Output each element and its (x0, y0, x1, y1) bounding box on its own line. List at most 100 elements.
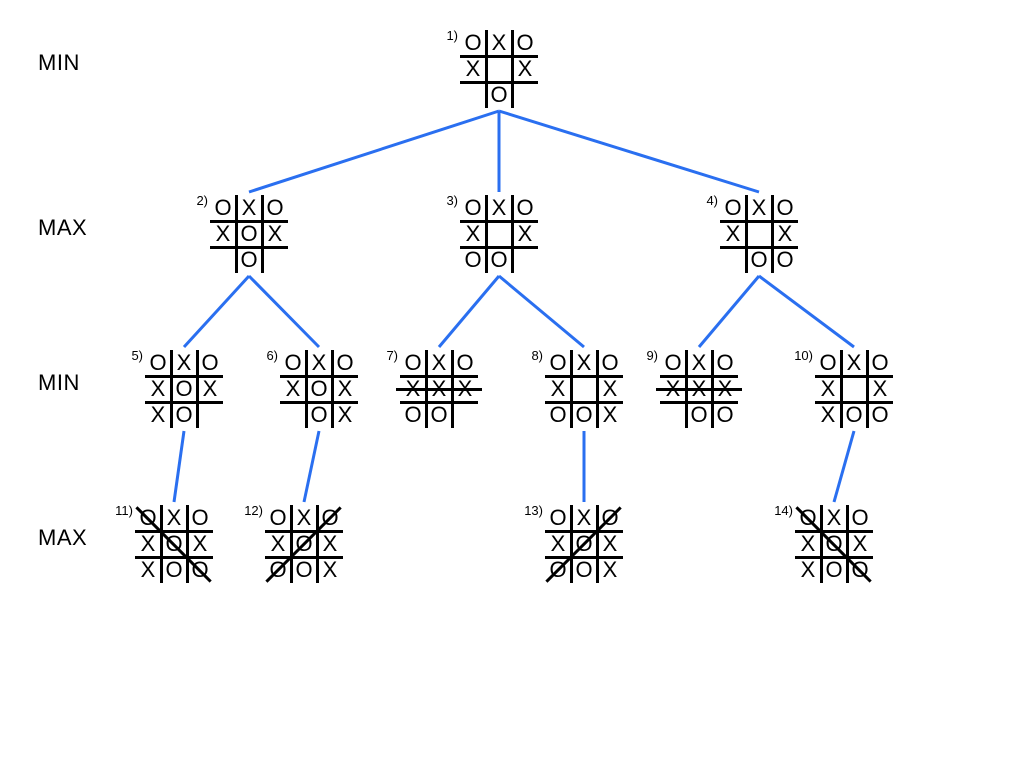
level-label: MIN (38, 50, 80, 76)
tic-tac-toe-board: OXOXXO (460, 30, 538, 108)
board-cell: O (306, 402, 332, 428)
node-index-label: 10) (789, 348, 813, 363)
tic-tac-toe-board: OXOXXOO (720, 195, 798, 273)
board-cell: O (280, 350, 306, 376)
board-cell: O (597, 505, 623, 531)
tic-tac-toe-board: OXOXXOOX (545, 350, 623, 428)
board-cell: O (262, 195, 288, 221)
board-cell: O (545, 557, 571, 583)
board-cell: X (452, 376, 478, 402)
board-cell: X (280, 376, 306, 402)
tic-tac-toe-board: OXOXXXOO (400, 350, 478, 428)
tic-tac-toe-board: OXOXXXOO (815, 350, 893, 428)
board-cell: X (795, 531, 821, 557)
node-index-label: 14) (769, 503, 793, 518)
board-cell: X (545, 531, 571, 557)
board-cell: O (452, 350, 478, 376)
board-cell: O (187, 557, 213, 583)
tree-node: 6)OXOXOXOX (280, 350, 358, 428)
tree-node: 12)OXOXOXOOX (265, 505, 343, 583)
board-cell: O (291, 531, 317, 557)
tic-tac-toe-board: OXOXOXXOO (795, 505, 873, 583)
tic-tac-toe-board: OXOXOXOX (280, 350, 358, 428)
tree-node: 11)OXOXOXXOO (135, 505, 213, 583)
tree-edge (499, 111, 759, 192)
board-cell: X (686, 376, 712, 402)
tree-edge (439, 276, 499, 347)
board-cell: O (210, 195, 236, 221)
board-cell: O (841, 402, 867, 428)
board-cell: X (821, 505, 847, 531)
board-cell: X (772, 221, 798, 247)
board-cell: O (187, 505, 213, 531)
diagram-stage: MINMAXMINMAX1)OXOXXO2)OXOXOXO3)OXOXXOO4)… (0, 0, 1024, 768)
board-cell (452, 402, 478, 428)
tic-tac-toe-board: OXOXXOO (460, 195, 538, 273)
board-cell: O (847, 557, 873, 583)
node-index-label: 2) (184, 193, 208, 208)
node-index-label: 4) (694, 193, 718, 208)
board-cell: X (746, 195, 772, 221)
board-cell (280, 402, 306, 428)
board-cell: X (317, 557, 343, 583)
board-cell: X (460, 56, 486, 82)
board-cell: X (145, 376, 171, 402)
board-cell: O (486, 82, 512, 108)
board-cell: O (236, 247, 262, 273)
tree-edge (834, 431, 854, 502)
node-index-label: 9) (634, 348, 658, 363)
board-cell: O (867, 402, 893, 428)
tree-node: 14)OXOXOXXOO (795, 505, 873, 583)
board-cell: X (332, 402, 358, 428)
tic-tac-toe-board: OXOXXXOO (660, 350, 738, 428)
board-cell: X (400, 376, 426, 402)
node-index-label: 5) (119, 348, 143, 363)
node-index-label: 3) (434, 193, 458, 208)
board-cell: O (161, 531, 187, 557)
board-cell: X (597, 557, 623, 583)
tree-edge (249, 276, 319, 347)
board-cell: O (460, 30, 486, 56)
board-cell: X (145, 402, 171, 428)
tree-node: 13)OXOXOXOOX (545, 505, 623, 583)
board-cell: O (597, 350, 623, 376)
board-cell: O (545, 402, 571, 428)
board-cell: X (597, 402, 623, 428)
board-cell (210, 247, 236, 273)
board-cell: X (512, 221, 538, 247)
board-cell (571, 376, 597, 402)
tree-edge (759, 276, 854, 347)
board-cell (512, 247, 538, 273)
tree-node: 2)OXOXOXO (210, 195, 288, 273)
board-cell: X (460, 221, 486, 247)
board-cell: X (426, 350, 452, 376)
board-cell: O (171, 376, 197, 402)
board-cell: X (720, 221, 746, 247)
board-cell: O (821, 557, 847, 583)
board-cell (197, 402, 223, 428)
board-cell: X (197, 376, 223, 402)
board-cell: O (400, 350, 426, 376)
board-cell: X (135, 557, 161, 583)
tree-edge (249, 111, 499, 192)
board-cell: O (815, 350, 841, 376)
board-cell: O (847, 505, 873, 531)
board-cell: O (400, 402, 426, 428)
board-cell: X (171, 350, 197, 376)
board-cell (486, 56, 512, 82)
board-cell: X (597, 531, 623, 557)
board-cell: X (236, 195, 262, 221)
board-cell: X (486, 195, 512, 221)
board-cell (720, 247, 746, 273)
node-index-label: 11) (109, 503, 133, 518)
tic-tac-toe-board: OXOXOXOOX (265, 505, 343, 583)
tree-edge (499, 276, 584, 347)
level-label: MAX (38, 525, 87, 551)
board-cell: O (712, 350, 738, 376)
board-cell (512, 82, 538, 108)
board-cell: X (597, 376, 623, 402)
board-cell: O (135, 505, 161, 531)
board-cell: O (867, 350, 893, 376)
board-cell: X (265, 531, 291, 557)
board-cell: X (795, 557, 821, 583)
